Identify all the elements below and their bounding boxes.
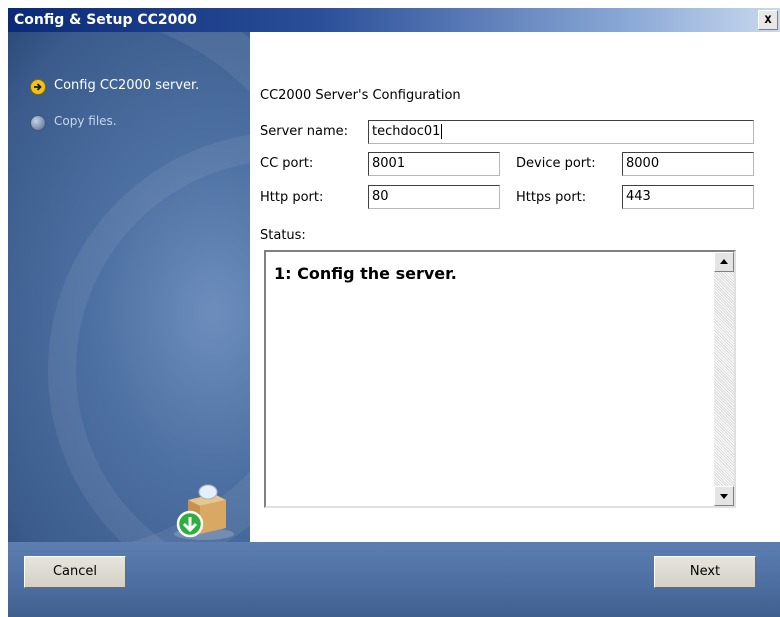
arrow-right-icon xyxy=(30,79,46,95)
server-name-value: techdoc01 xyxy=(372,124,441,139)
title-bar[interactable]: Config & Setup CC2000 x xyxy=(8,8,780,32)
http-port-label: Http port: xyxy=(260,190,324,205)
text-cursor xyxy=(441,124,443,139)
vertical-scrollbar[interactable] xyxy=(714,252,734,506)
server-name-label: Server name: xyxy=(260,124,349,139)
status-text: 1: Config the server. xyxy=(274,264,457,283)
close-icon: x xyxy=(764,12,772,27)
configuration-panel: CC2000 Server's Configuration Server nam… xyxy=(250,32,780,542)
circle-icon xyxy=(30,115,46,131)
triangle-up-icon xyxy=(720,259,728,264)
next-button[interactable]: Next xyxy=(654,556,756,588)
server-name-input[interactable]: techdoc01 xyxy=(368,120,754,144)
installer-package-icon xyxy=(174,484,234,540)
status-textarea[interactable]: 1: Config the server. xyxy=(264,250,736,508)
scroll-up-button[interactable] xyxy=(714,252,734,272)
cancel-button[interactable]: Cancel xyxy=(24,556,126,588)
triangle-down-icon xyxy=(720,494,728,499)
button-bar: Cancel Next xyxy=(8,542,780,617)
step-label: Config CC2000 server. xyxy=(54,78,200,93)
status-label: Status: xyxy=(260,228,306,243)
cc-port-label: CC port: xyxy=(260,156,314,171)
steps-sidebar: Config CC2000 server. Copy files. xyxy=(8,32,250,542)
http-port-input[interactable]: 80 xyxy=(368,185,500,209)
step-label: Copy files. xyxy=(54,114,117,128)
setup-window: Config & Setup CC2000 x Config CC2000 se… xyxy=(8,8,780,617)
https-port-input[interactable]: 443 xyxy=(622,185,754,209)
window-title: Config & Setup CC2000 xyxy=(14,12,197,28)
scroll-down-button[interactable] xyxy=(714,486,734,506)
config-heading: CC2000 Server's Configuration xyxy=(260,88,461,103)
https-port-label: Https port: xyxy=(516,190,587,205)
device-port-input[interactable]: 8000 xyxy=(622,152,754,176)
cc-port-input[interactable]: 8001 xyxy=(368,152,500,176)
close-button[interactable]: x xyxy=(758,10,778,30)
device-port-label: Device port: xyxy=(516,156,596,171)
